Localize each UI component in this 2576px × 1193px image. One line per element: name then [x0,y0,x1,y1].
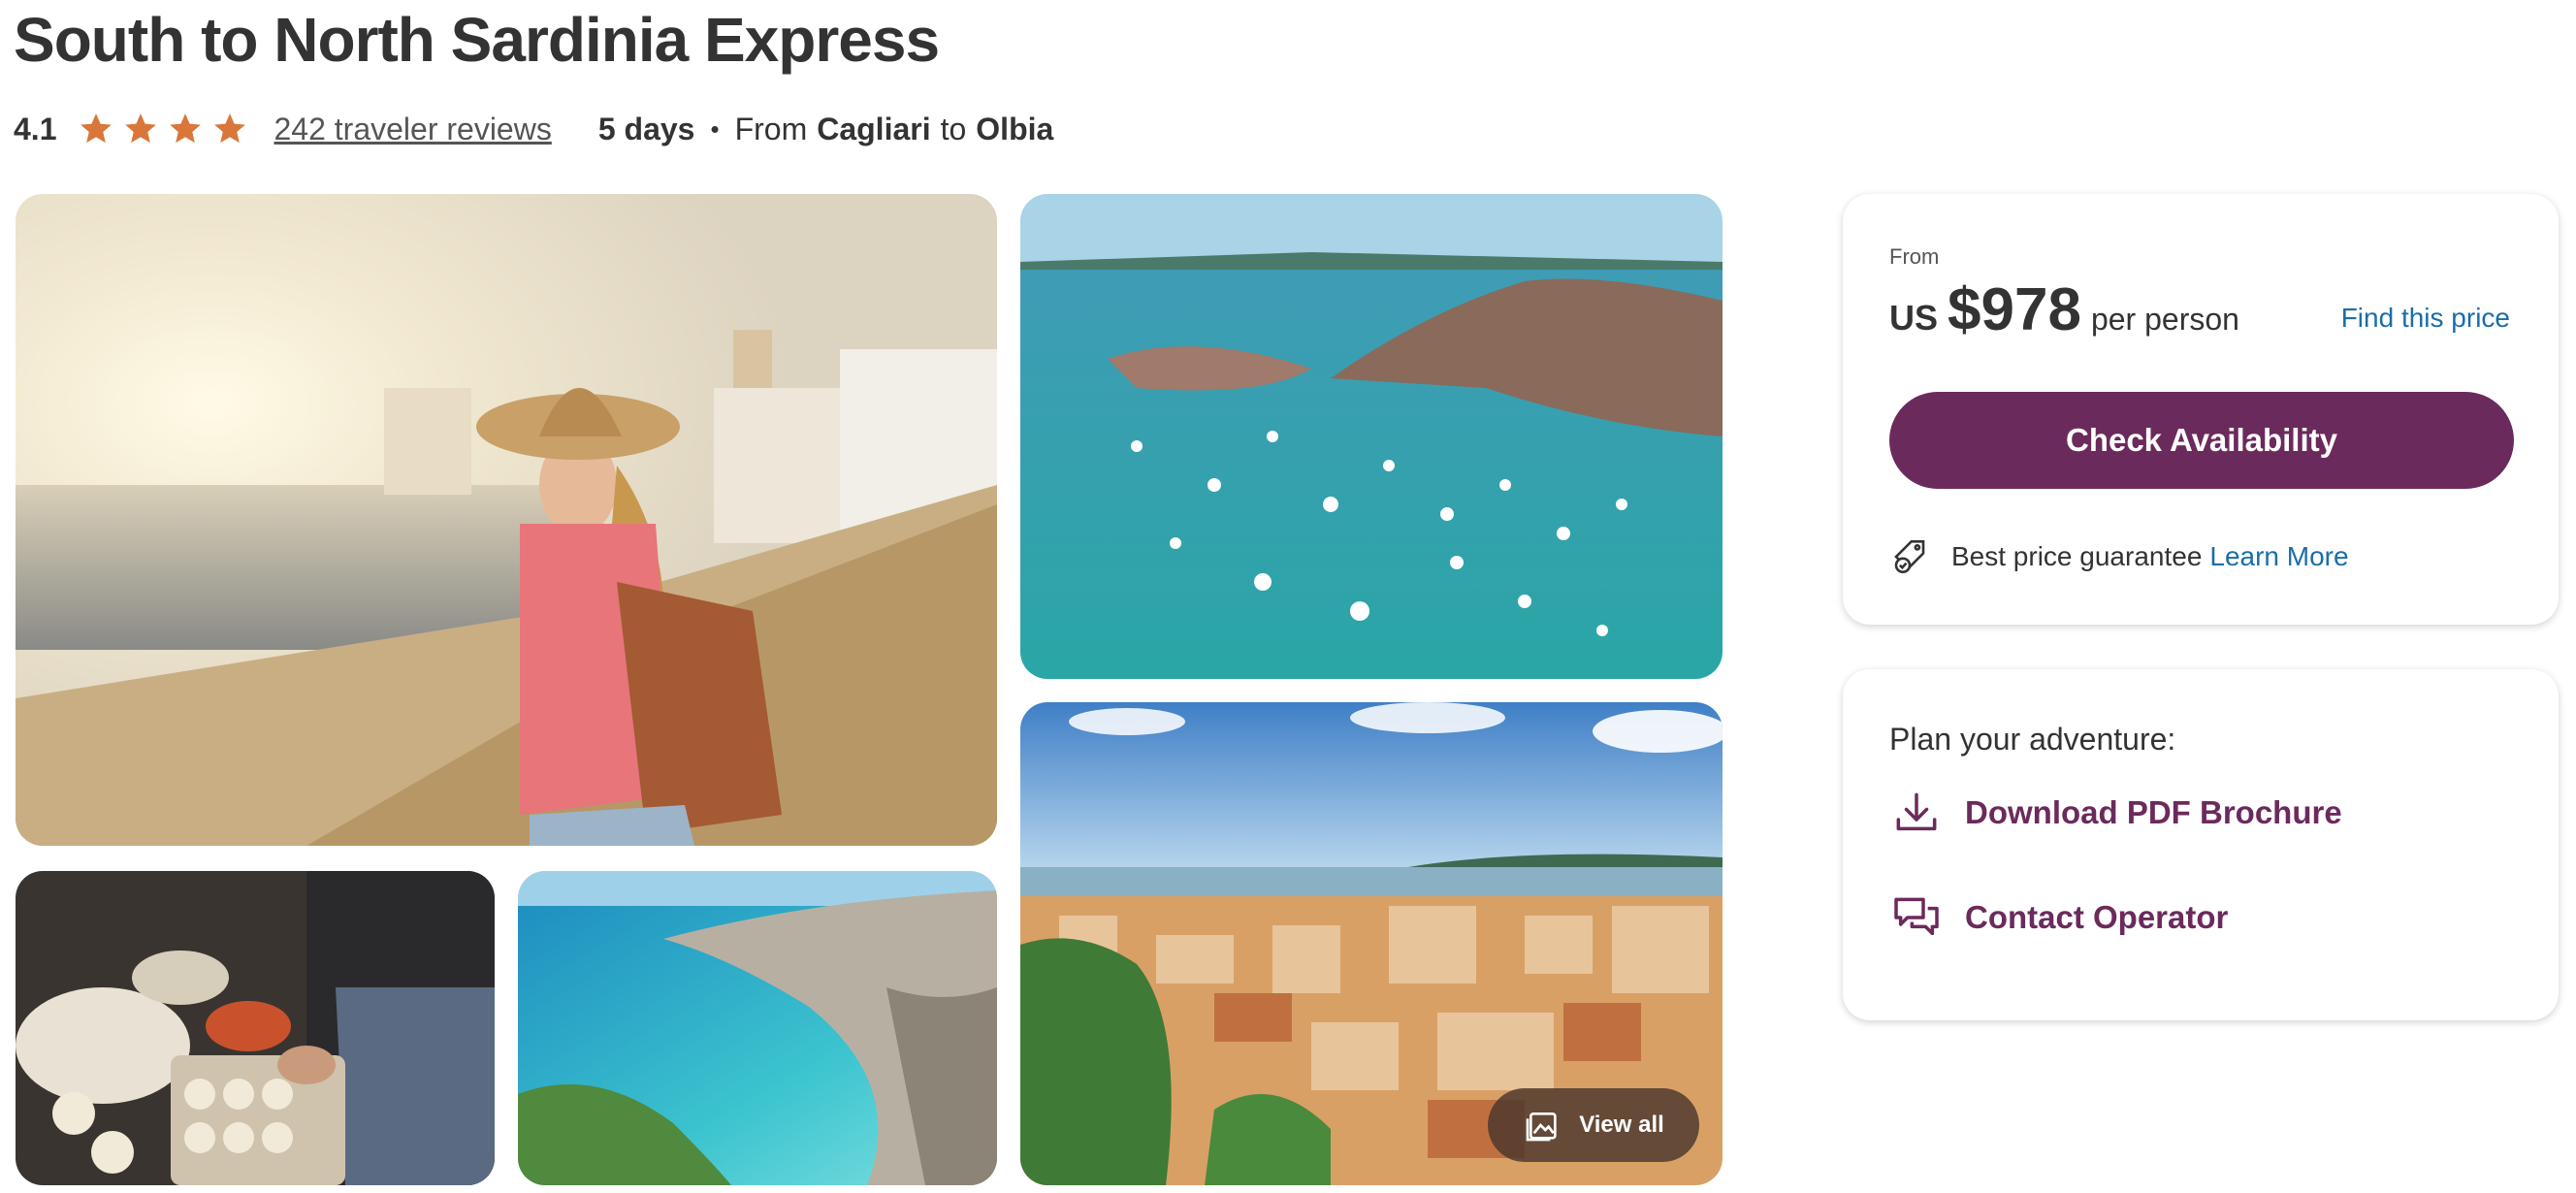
view-all-button[interactable]: View all [1488,1088,1699,1162]
tour-meta: 4.1 242 traveler reviews 5 days • From C… [14,109,1053,149]
price-row: US $978 per person [1889,275,2239,344]
price-guarantee: Best price guarantee Learn More [1889,535,2349,578]
star-icon [80,113,113,144]
end-city: Olbia [976,111,1054,146]
guarantee-text: Best price guarantee [1951,541,2203,571]
check-availability-button[interactable]: Check Availability [1889,392,2514,489]
chat-bubbles-icon [1894,897,1939,936]
rating-value: 4.1 [14,111,57,146]
pricing-card: From US $978 per person Find this price … [1843,194,2559,625]
contact-label: Contact Operator [1965,899,2229,935]
find-price-link[interactable]: Find this price [2341,303,2510,334]
gallery-icon [1526,1112,1557,1142]
reviews-link[interactable]: 242 traveler reviews [274,112,551,147]
rating-stars [78,111,248,147]
download-icon [1896,792,1937,831]
gallery-photo-main[interactable] [16,194,997,846]
price-per-label: per person [2090,302,2239,337]
from-word: From [734,111,808,146]
view-all-label: View all [1579,1112,1664,1138]
plan-card: Plan your adventure: Download PDF Brochu… [1843,669,2559,1020]
gallery-photo-food[interactable] [16,871,495,1185]
to-word: to [940,111,967,146]
star-icon [125,113,157,144]
learn-more-link[interactable]: Learn More [2209,541,2348,572]
from-label: From [1889,244,1940,269]
price-tag-check-icon [1894,539,1925,574]
price-amount: $978 [1948,276,2081,343]
plan-heading: Plan your adventure: [1889,722,2176,757]
star-icon [214,113,246,144]
start-city: Cagliari [817,111,931,146]
star-icon [170,113,202,144]
gallery-photo-city[interactable]: View all [1020,702,1723,1185]
download-brochure-link[interactable]: Download PDF Brochure [1889,786,2342,840]
download-label: Download PDF Brochure [1965,794,2342,830]
gallery-photo-bay[interactable] [1020,194,1723,679]
meta-separator: • [710,113,720,144]
price-currency: US [1889,298,1939,338]
contact-operator-link[interactable]: Contact Operator [1889,890,2228,945]
tour-duration: 5 days [597,111,695,146]
tour-title: South to North Sardinia Express [14,5,940,75]
gallery-photo-cove[interactable] [518,871,997,1185]
